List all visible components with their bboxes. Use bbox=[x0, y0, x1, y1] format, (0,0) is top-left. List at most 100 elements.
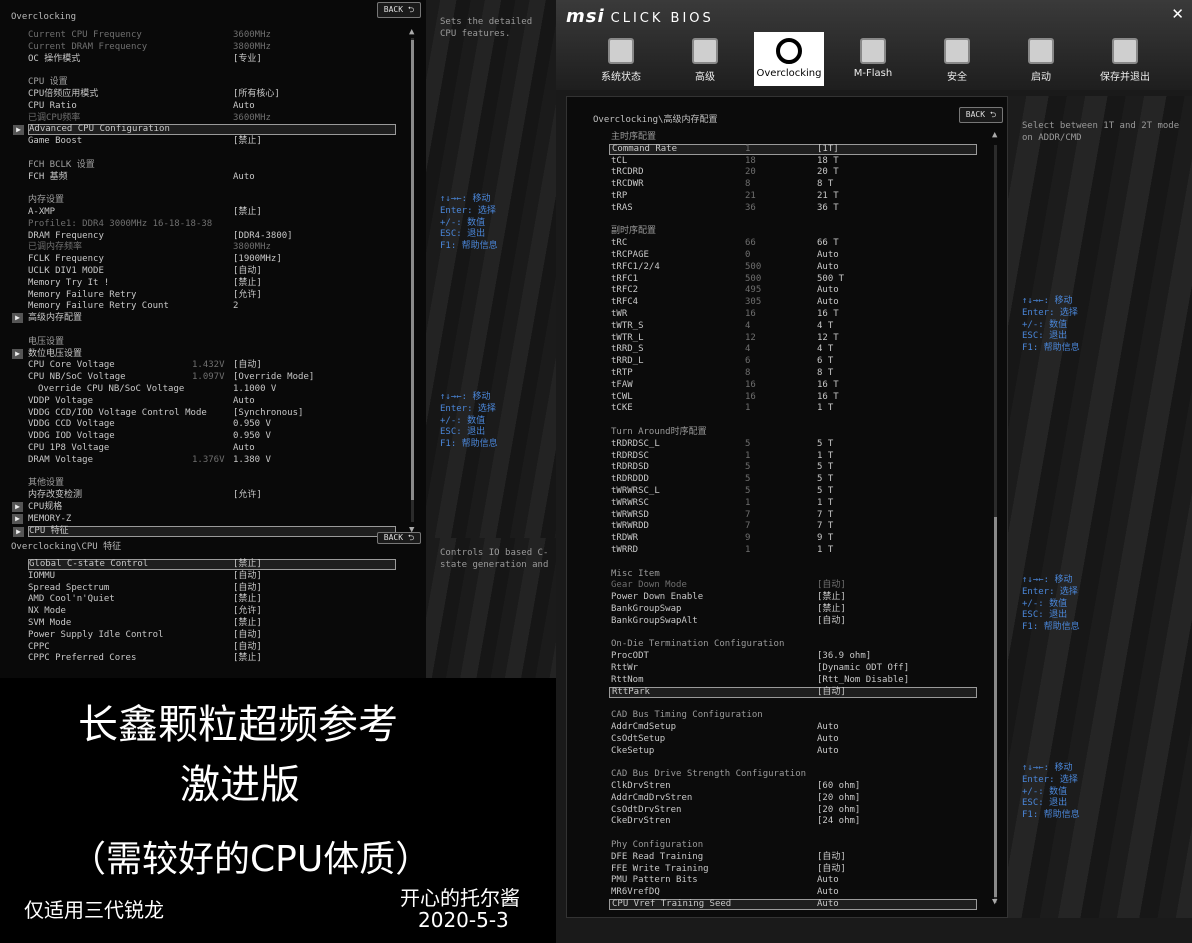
setting-row[interactable]: Memory Failure Retry Count 2 bbox=[0, 301, 400, 313]
setting-value[interactable]: 0.950 V bbox=[233, 419, 271, 431]
setting-value[interactable]: [Rtt_Nom Disable] bbox=[817, 675, 909, 687]
back-button[interactable]: BACK ⮌ bbox=[377, 2, 421, 18]
scrollbar-thumb[interactable] bbox=[411, 40, 414, 500]
setting-value[interactable]: [自动] bbox=[233, 571, 262, 583]
setting-value[interactable]: [允许] bbox=[233, 606, 262, 618]
setting-value[interactable]: 16 T bbox=[817, 309, 839, 321]
setting-value[interactable]: [自动] bbox=[233, 360, 262, 372]
setting-row[interactable]: tRDRDSC_L 5 5 T bbox=[567, 439, 967, 451]
setting-row[interactable]: tWRWRSC 1 1 T bbox=[567, 498, 967, 510]
setting-value[interactable]: Auto bbox=[233, 172, 255, 184]
setting-row[interactable]: CPU Ratio Auto bbox=[0, 101, 400, 113]
setting-value[interactable]: 1.380 V bbox=[233, 455, 271, 467]
setting-value[interactable]: 4 T bbox=[817, 344, 833, 356]
tab-overclocking[interactable]: Overclocking bbox=[754, 32, 824, 86]
setting-row[interactable]: BankGroupSwap [禁止] bbox=[567, 604, 967, 616]
setting-value[interactable]: Auto bbox=[817, 722, 839, 734]
setting-value[interactable]: [Synchronous] bbox=[233, 408, 303, 420]
setting-row[interactable]: tRP 21 21 T bbox=[567, 191, 967, 203]
setting-row[interactable]: CPU规格 bbox=[0, 502, 400, 514]
setting-row[interactable]: tRCDRD 20 20 T bbox=[567, 167, 967, 179]
setting-row[interactable]: Memory Try It ! [禁止] bbox=[0, 278, 400, 290]
setting-row[interactable]: tWRWRSD 7 7 T bbox=[567, 510, 967, 522]
setting-value[interactable]: 16 T bbox=[817, 392, 839, 404]
setting-row[interactable]: Override CPU NB/SoC Voltage 1.1000 V bbox=[0, 384, 400, 396]
setting-value[interactable]: 5 T bbox=[817, 474, 833, 486]
setting-row[interactable]: 数位电压设置 bbox=[0, 348, 400, 361]
setting-row[interactable]: Profile1: DDR4 3000MHz 16-18-18-38 bbox=[0, 219, 400, 231]
setting-row[interactable]: tRFC2 495 Auto bbox=[567, 285, 967, 297]
setting-row[interactable]: tWTR_L 12 12 T bbox=[567, 333, 967, 345]
setting-row[interactable]: tRDWR 9 9 T bbox=[567, 533, 967, 545]
setting-value[interactable]: Auto bbox=[817, 899, 839, 911]
setting-row[interactable]: Advanced CPU Configuration bbox=[0, 124, 400, 136]
setting-row[interactable]: Game Boost [禁止] bbox=[0, 136, 400, 148]
setting-value[interactable]: [Override Mode] bbox=[233, 372, 314, 384]
setting-value[interactable]: [自动] bbox=[233, 583, 262, 595]
setting-row[interactable]: Command Rate 1 [1T] bbox=[567, 143, 977, 156]
back-button[interactable]: BACK ⮌ bbox=[377, 532, 421, 544]
close-icon[interactable]: ✕ bbox=[1171, 5, 1184, 23]
setting-row[interactable]: Power Supply Idle Control [自动] bbox=[0, 630, 400, 642]
setting-row[interactable]: tRFC1 500 500 T bbox=[567, 274, 967, 286]
setting-value[interactable]: 5 T bbox=[817, 439, 833, 451]
setting-value[interactable]: 7 T bbox=[817, 521, 833, 533]
setting-row[interactable]: CkeSetup Auto bbox=[567, 746, 967, 758]
setting-row[interactable]: tWRWRSC_L 5 5 T bbox=[567, 486, 967, 498]
setting-value[interactable]: 3600MHz bbox=[233, 113, 271, 125]
setting-row[interactable]: tCL 18 18 T bbox=[567, 156, 967, 168]
setting-row[interactable]: VDDG CCD/IOD Voltage Control Mode [Synchr… bbox=[0, 408, 400, 420]
setting-row[interactable]: tRDRDSC 1 1 T bbox=[567, 451, 967, 463]
setting-row[interactable]: ProcODT [36.9 ohm] bbox=[567, 651, 967, 663]
setting-row[interactable]: MEMORY-Z bbox=[0, 513, 400, 526]
setting-value[interactable]: Auto bbox=[233, 443, 255, 455]
setting-value[interactable]: Auto bbox=[233, 101, 255, 113]
setting-row[interactable]: tRRD_S 4 4 T bbox=[567, 344, 967, 356]
setting-row[interactable]: tRRD_L 6 6 T bbox=[567, 356, 967, 368]
setting-row[interactable]: tRFC1/2/4 500 Auto bbox=[567, 262, 967, 274]
setting-value[interactable]: 21 T bbox=[817, 191, 839, 203]
setting-value[interactable]: [20 ohm] bbox=[817, 805, 860, 817]
setting-row[interactable]: tRFC4 305 Auto bbox=[567, 297, 967, 309]
setting-value[interactable]: Auto bbox=[817, 297, 839, 309]
setting-value[interactable]: [自动] bbox=[817, 864, 846, 876]
setting-value[interactable]: [1T] bbox=[817, 144, 839, 156]
scroll-down-icon[interactable]: ▼ bbox=[992, 897, 997, 909]
setting-value[interactable]: 6 T bbox=[817, 356, 833, 368]
setting-row[interactable]: Global C-state Control [禁止] bbox=[0, 559, 400, 571]
setting-row[interactable]: MR6VrefDQ Auto bbox=[567, 887, 967, 899]
setting-value[interactable]: 1.1000 V bbox=[233, 384, 276, 396]
setting-row[interactable]: AddrCmdSetup Auto bbox=[567, 722, 967, 734]
setting-value[interactable]: [自动] bbox=[817, 687, 846, 699]
setting-row[interactable]: CkeDrvStren [24 ohm] bbox=[567, 816, 967, 828]
setting-row[interactable]: CPU NB/SoC Voltage 1.097V [Override Mode] bbox=[0, 372, 400, 384]
setting-row[interactable]: Gear Down Mode [自动] bbox=[567, 580, 967, 592]
setting-value[interactable]: 500 T bbox=[817, 274, 844, 286]
setting-value[interactable]: [Dynamic ODT Off] bbox=[817, 663, 909, 675]
setting-value[interactable]: [1900MHz] bbox=[233, 254, 282, 266]
setting-value[interactable]: 1 T bbox=[817, 498, 833, 510]
setting-row[interactable]: tCKE 1 1 T bbox=[567, 403, 967, 415]
setting-row[interactable]: tFAW 16 16 T bbox=[567, 380, 967, 392]
setting-row[interactable]: tRCPAGE 0 Auto bbox=[567, 250, 967, 262]
setting-row[interactable]: A-XMP [禁止] bbox=[0, 207, 400, 219]
tab-save-exit[interactable]: 保存并退出 bbox=[1090, 32, 1160, 86]
tab-advanced[interactable]: 高级 bbox=[670, 32, 740, 86]
setting-row[interactable]: tWTR_S 4 4 T bbox=[567, 321, 967, 333]
setting-row[interactable]: tCWL 16 16 T bbox=[567, 392, 967, 404]
setting-row[interactable]: RttWr [Dynamic ODT Off] bbox=[567, 663, 967, 675]
setting-value[interactable]: [禁止] bbox=[233, 559, 262, 571]
setting-value[interactable]: 36 T bbox=[817, 203, 839, 215]
setting-row[interactable]: DFE Read Training [自动] bbox=[567, 852, 967, 864]
setting-value[interactable]: 5 T bbox=[817, 462, 833, 474]
setting-value[interactable]: [禁止] bbox=[233, 618, 262, 630]
setting-row[interactable]: RttPark [自动] bbox=[567, 686, 977, 699]
setting-value[interactable]: 66 T bbox=[817, 238, 839, 250]
setting-value[interactable]: [20 ohm] bbox=[817, 793, 860, 805]
setting-row[interactable]: Current DRAM Frequency 3800MHz bbox=[0, 42, 400, 54]
setting-value[interactable]: [DDR4-3800] bbox=[233, 231, 293, 243]
tab-boot[interactable]: 启动 bbox=[1006, 32, 1076, 86]
setting-value[interactable]: 9 T bbox=[817, 533, 833, 545]
setting-value[interactable]: Auto bbox=[817, 285, 839, 297]
setting-row[interactable]: CsOdtSetup Auto bbox=[567, 734, 967, 746]
